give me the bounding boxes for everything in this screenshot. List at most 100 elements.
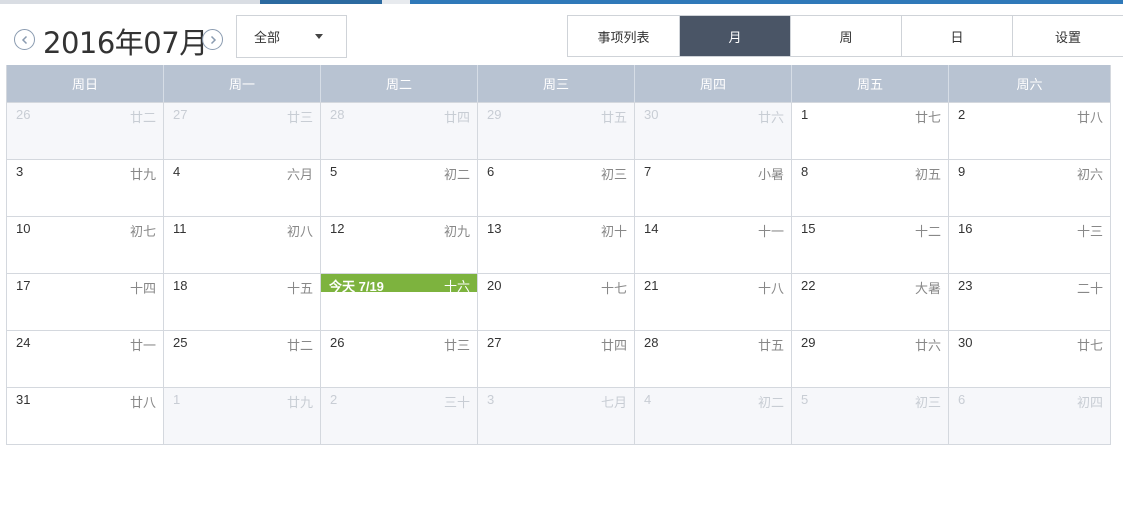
lunar-date: 廿五	[757, 338, 784, 353]
day-cell[interactable]: 24 廿一	[7, 331, 164, 387]
day-cell[interactable]: 4 六月	[164, 160, 321, 216]
day-cell[interactable]: 4 初二	[635, 388, 792, 444]
day-cell[interactable]: 7 小暑	[635, 160, 792, 216]
day-cell[interactable]: 29 廿五	[478, 103, 635, 159]
day-cell[interactable]: 30 廿六	[635, 103, 792, 159]
day-cell[interactable]: 30 廿七	[949, 331, 1110, 387]
lunar-date: 廿三	[286, 110, 313, 125]
day-cell[interactable]: 10 初七	[7, 217, 164, 273]
day-cell[interactable]: 21 十八	[635, 274, 792, 330]
day-number: 9	[958, 164, 966, 179]
next-month-button[interactable]	[202, 29, 223, 50]
day-cell[interactable]: 27 廿四	[478, 331, 635, 387]
day-cell[interactable]: 16 十三	[949, 217, 1110, 273]
today-label: 今天 7/19	[329, 279, 384, 294]
day-cell[interactable]: 20 十七	[478, 274, 635, 330]
tab-month[interactable]: 月	[679, 16, 790, 56]
weekday-header: 周二	[321, 65, 478, 102]
week-row: 3 廿九 4 六月 5 初二 6 初三 7 小暑 8 初五 9 初六	[7, 159, 1110, 216]
lunar-date: 三十	[443, 395, 470, 410]
day-cell[interactable]: 18 十五	[164, 274, 321, 330]
month-title: 2016年07月	[43, 26, 208, 60]
day-cell[interactable]: 23 二十	[949, 274, 1110, 330]
lunar-date: 初八	[286, 224, 313, 239]
day-cell[interactable]: 1 廿七	[792, 103, 949, 159]
day-number: 15	[801, 221, 816, 236]
day-number: 12	[330, 221, 345, 236]
lunar-date: 初三	[914, 395, 941, 410]
day-number: 29	[801, 335, 816, 350]
day-number: 30	[958, 335, 973, 350]
day-cell[interactable]: 22 大暑	[792, 274, 949, 330]
lunar-date: 小暑	[757, 167, 784, 182]
day-cell[interactable]: 29 廿六	[792, 331, 949, 387]
day-cell[interactable]: 15 十二	[792, 217, 949, 273]
category-filter-value: 全部	[254, 30, 281, 45]
tab-day[interactable]: 日	[901, 16, 1012, 56]
lunar-date: 廿五	[600, 110, 627, 125]
lunar-date: 六月	[286, 167, 313, 182]
weekday-header: 周三	[478, 65, 635, 102]
day-cell[interactable]: 3 廿九	[7, 160, 164, 216]
weekday-header: 周四	[635, 65, 792, 102]
weekday-header: 周六	[1016, 77, 1043, 92]
today-cell[interactable]: 今天 7/19 十六	[321, 274, 478, 330]
prev-month-button[interactable]	[14, 29, 35, 50]
lunar-date: 廿八	[1076, 110, 1103, 125]
week-row: 26 廿二 27 廿三 28 廿四 29 廿五 30 廿六 1 廿七 2 廿八	[7, 102, 1110, 159]
day-cell[interactable]: 25 廿二	[164, 331, 321, 387]
day-number: 18	[173, 278, 188, 293]
day-cell[interactable]: 12 初九	[321, 217, 478, 273]
day-cell[interactable]: 31 廿八	[7, 388, 164, 444]
tab-item-list[interactable]: 事项列表	[568, 16, 679, 56]
day-cell[interactable]: 26 廿三	[321, 331, 478, 387]
lunar-date: 廿七	[914, 110, 941, 125]
day-number: 29	[487, 107, 502, 122]
lunar-date: 二十	[1076, 281, 1103, 296]
day-cell[interactable]: 5 初三	[792, 388, 949, 444]
day-number: 4	[644, 392, 652, 407]
lunar-date: 廿四	[443, 110, 470, 125]
day-cell[interactable]: 28 廿四	[321, 103, 478, 159]
day-cell[interactable]: 17 十四	[7, 274, 164, 330]
day-number: 4	[173, 164, 181, 179]
lunar-date: 十一	[757, 224, 784, 239]
day-cell[interactable]: 2 三十	[321, 388, 478, 444]
day-cell[interactable]: 14 十一	[635, 217, 792, 273]
day-cell[interactable]: 3 七月	[478, 388, 635, 444]
day-number: 20	[487, 278, 502, 293]
day-cell[interactable]: 5 初二	[321, 160, 478, 216]
top-tab-strip-segment	[410, 0, 1123, 4]
day-cell[interactable]: 11 初八	[164, 217, 321, 273]
day-cell[interactable]: 27 廿三	[164, 103, 321, 159]
lunar-date: 初十	[600, 224, 627, 239]
day-number: 26	[16, 107, 31, 122]
lunar-date: 十五	[286, 281, 313, 296]
day-number: 14	[644, 221, 659, 236]
day-cell[interactable]: 1 廿九	[164, 388, 321, 444]
lunar-date: 廿六	[914, 338, 941, 353]
category-filter-dropdown[interactable]: 全部	[236, 15, 347, 58]
day-number: 5	[801, 392, 809, 407]
day-cell[interactable]: 6 初三	[478, 160, 635, 216]
day-cell[interactable]: 2 廿八	[949, 103, 1110, 159]
day-cell[interactable]: 26 廿二	[7, 103, 164, 159]
day-cell[interactable]: 13 初十	[478, 217, 635, 273]
day-cell[interactable]: 9 初六	[949, 160, 1110, 216]
weekday-header: 周日	[7, 65, 164, 102]
day-number: 16	[958, 221, 973, 236]
day-cell[interactable]: 28 廿五	[635, 331, 792, 387]
lunar-date: 大暑	[914, 281, 941, 296]
day-cell[interactable]: 8 初五	[792, 160, 949, 216]
caret-down-icon	[315, 34, 323, 39]
tab-settings[interactable]: 设置	[1012, 16, 1123, 56]
weekday-header: 周五	[792, 65, 949, 102]
day-number: 11	[173, 221, 187, 236]
day-cell[interactable]: 6 初四	[949, 388, 1110, 444]
day-number: 6	[487, 164, 495, 179]
lunar-date: 廿九	[286, 395, 313, 410]
day-number: 17	[16, 278, 31, 293]
tab-week[interactable]: 周	[790, 16, 901, 56]
day-number: 28	[330, 107, 345, 122]
day-number: 24	[16, 335, 31, 350]
